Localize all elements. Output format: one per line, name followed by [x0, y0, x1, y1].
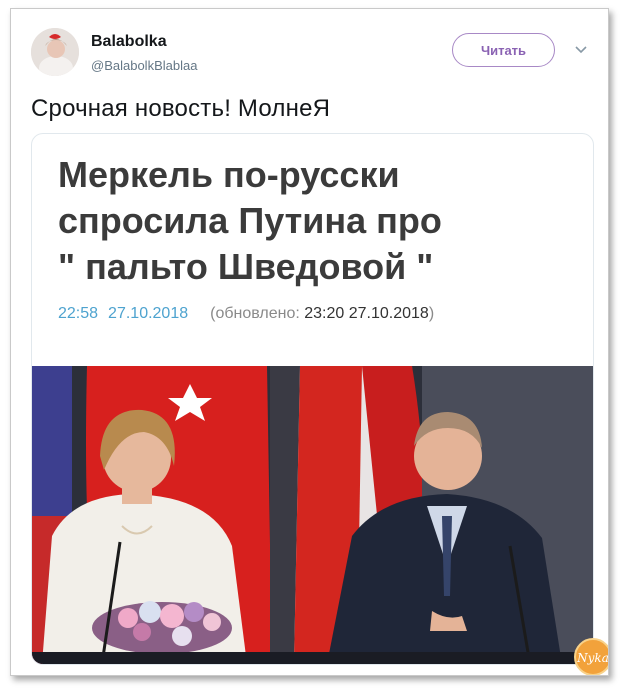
avatar-image [31, 28, 79, 76]
card-photo [32, 366, 593, 664]
display-name[interactable]: Balabolka [91, 33, 167, 51]
publish-date: 27.10.2018 [108, 305, 189, 322]
link-card[interactable]: Меркель по-русски спросила Путина про " … [31, 133, 594, 665]
headline-line: " пальто Шведовой " [58, 246, 434, 287]
tweet-frame: Balabolka @BalabolkBlablaa Читать Срочна… [10, 8, 609, 676]
user-handle[interactable]: @BalabolkBlablaa [91, 58, 197, 73]
card-meta: 22:58 27.10.2018 (обновлено: 23:20 27.10.2… [58, 305, 434, 323]
follow-button[interactable]: Читать [452, 33, 555, 67]
tweet-text: Срочная новость! МолнеЯ [31, 95, 331, 122]
updated-suffix: ) [428, 305, 435, 322]
headline-line: Меркель по-русски [58, 154, 400, 195]
watermark-logo: Nyka [573, 637, 609, 675]
updated-value: 23:20 27.10.2018 [304, 305, 429, 322]
updated-prefix: (обновлено: [210, 305, 305, 322]
publish-time: 22:58 [58, 305, 99, 322]
headline-line: спросила Путина про [58, 200, 442, 241]
avatar[interactable] [31, 28, 79, 76]
chevron-down-icon[interactable] [574, 43, 588, 57]
svg-text:Nyka: Nyka [576, 651, 609, 665]
card-headline: Меркель по-русски спросила Путина про " … [58, 152, 558, 290]
